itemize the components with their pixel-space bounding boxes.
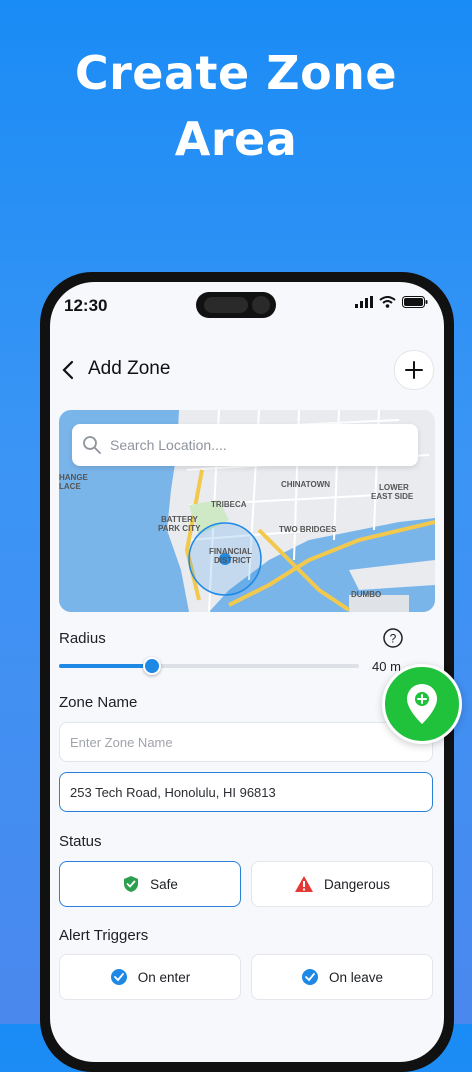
map-label-two-bridges: TWO BRIDGES: [279, 525, 337, 534]
map-label-battery: BATTERY: [161, 515, 199, 524]
map-label-east-side: EAST SIDE: [371, 492, 414, 501]
map-label-park-city: PARK CITY: [158, 524, 201, 533]
phone-frame: 12:30 Add Zone TRIBECA CHINATOWN LOWER E…: [40, 272, 454, 1072]
status-dangerous-option[interactable]: Dangerous: [251, 861, 433, 907]
map-label-tribeca: TRIBECA: [211, 500, 247, 509]
map-label-financial: FINANCIAL: [209, 547, 252, 556]
alert-on-enter-option[interactable]: On enter: [59, 954, 241, 1000]
radius-label: Radius: [59, 630, 106, 647]
svg-text:?: ?: [390, 632, 397, 646]
check-circle-icon: [301, 969, 318, 985]
radius-slider[interactable]: [59, 657, 359, 675]
map-label-hange: HANGE: [59, 473, 89, 482]
address-input[interactable]: 253 Tech Road, Honolulu, HI 96813: [59, 772, 433, 812]
system-icons: [355, 296, 428, 308]
add-location-fab[interactable]: [382, 664, 462, 744]
search-icon: [83, 436, 101, 454]
status-dangerous-label: Dangerous: [323, 876, 391, 892]
search-location-field[interactable]: Search Location....: [72, 424, 418, 466]
help-icon[interactable]: ?: [383, 628, 403, 648]
battery-icon: [402, 296, 428, 308]
shield-check-icon: [124, 876, 139, 892]
hero-line-2: Area: [174, 112, 298, 166]
status-safe-option[interactable]: Safe: [59, 861, 241, 907]
map-label-chinatown: CHINATOWN: [281, 480, 330, 489]
wifi-icon: [379, 296, 396, 308]
map-label-lower: LOWER: [379, 483, 409, 492]
dynamic-island: [196, 292, 276, 318]
top-bar: Add Zone: [50, 346, 444, 394]
alert-triggers-label: Alert Triggers: [59, 927, 149, 944]
alert-on-leave-label: On leave: [328, 969, 384, 985]
alert-on-enter-label: On enter: [137, 969, 191, 985]
signal-icon: [355, 296, 373, 308]
map-label-district: DISTRICT: [214, 556, 251, 565]
hero-line-1: Create Zone: [74, 46, 398, 100]
radius-slider-thumb[interactable]: [143, 657, 161, 675]
zone-name-input[interactable]: Enter Zone Name: [59, 722, 433, 762]
radius-slider-fill: [59, 664, 152, 668]
search-placeholder: Search Location....: [110, 437, 227, 453]
phone-screen: 12:30 Add Zone TRIBECA CHINATOWN LOWER E…: [50, 282, 444, 1062]
warning-icon: [294, 876, 313, 892]
hero-headline: Create Zone Area: [0, 40, 472, 172]
map-label-dumbo: DUMBO: [351, 590, 381, 599]
check-circle-icon: [110, 969, 127, 985]
add-button[interactable]: [394, 350, 434, 390]
map-label-lace: LACE: [59, 482, 81, 491]
status-label: Status: [59, 833, 102, 850]
alert-on-leave-option[interactable]: On leave: [251, 954, 433, 1000]
status-time: 12:30: [64, 296, 108, 315]
location-pin-plus-icon: [407, 684, 437, 724]
page-title: Add Zone: [88, 358, 171, 379]
back-arrow-icon[interactable]: [58, 356, 80, 384]
status-bar: 12:30: [50, 282, 444, 342]
zone-name-label: Zone Name: [59, 694, 138, 711]
status-safe-label: Safe: [150, 876, 178, 892]
plus-icon: [405, 361, 423, 379]
